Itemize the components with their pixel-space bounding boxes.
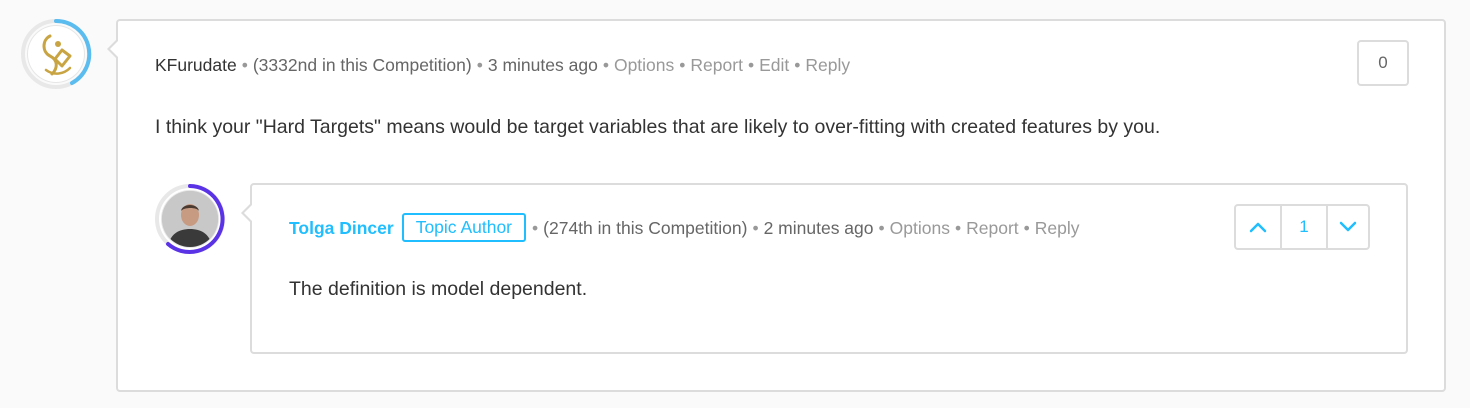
- downvote-button[interactable]: [1326, 206, 1368, 248]
- topic-author-badge: Topic Author: [401, 213, 527, 242]
- comment-meta: KFurudate • (3332nd in this Competition) • 3…: [155, 55, 851, 75]
- vote-count-button[interactable]: 0: [1357, 40, 1409, 86]
- timestamp[interactable]: 3 minutes ago: [488, 55, 598, 75]
- vote-count: 0: [1378, 53, 1388, 72]
- chevron-up-icon: [1249, 222, 1267, 233]
- chevron-down-icon: [1339, 221, 1357, 232]
- reply-report-link[interactable]: Report: [966, 218, 1019, 238]
- reply-timestamp[interactable]: 2 minutes ago: [764, 218, 874, 238]
- reply-vote-count: 1: [1299, 217, 1309, 236]
- report-link[interactable]: Report: [690, 55, 743, 75]
- options-link[interactable]: Options: [614, 55, 674, 75]
- reply-body: The definition is model dependent.: [289, 278, 588, 300]
- user-photo-icon: [162, 191, 218, 247]
- reply-avatar[interactable]: [154, 183, 226, 255]
- author-name[interactable]: KFurudate: [155, 55, 237, 75]
- reply-author-name[interactable]: Tolga Dincer: [289, 218, 394, 238]
- competition-rank: (3332nd in this Competition): [252, 55, 472, 75]
- reply-competition-rank: (274th in this Competition): [543, 218, 748, 239]
- avatar[interactable]: [20, 18, 92, 90]
- gold-emblem-icon: [28, 26, 84, 82]
- comment-body: I think your "Hard Targets" means would …: [155, 116, 1161, 138]
- vote-count: 1: [1280, 206, 1326, 248]
- reply-meta: Tolga Dincer Topic Author • (274th in this …: [289, 213, 1080, 244]
- reply-card: Tolga Dincer Topic Author • (274th in this …: [241, 183, 1408, 354]
- edit-link[interactable]: Edit: [759, 55, 789, 75]
- upvote-button[interactable]: [1236, 206, 1280, 248]
- reply-reply-link[interactable]: Reply: [1035, 218, 1080, 238]
- reply-options-link[interactable]: Options: [890, 218, 950, 238]
- reply-link[interactable]: Reply: [805, 55, 850, 75]
- vote-controls: 1: [1234, 204, 1370, 250]
